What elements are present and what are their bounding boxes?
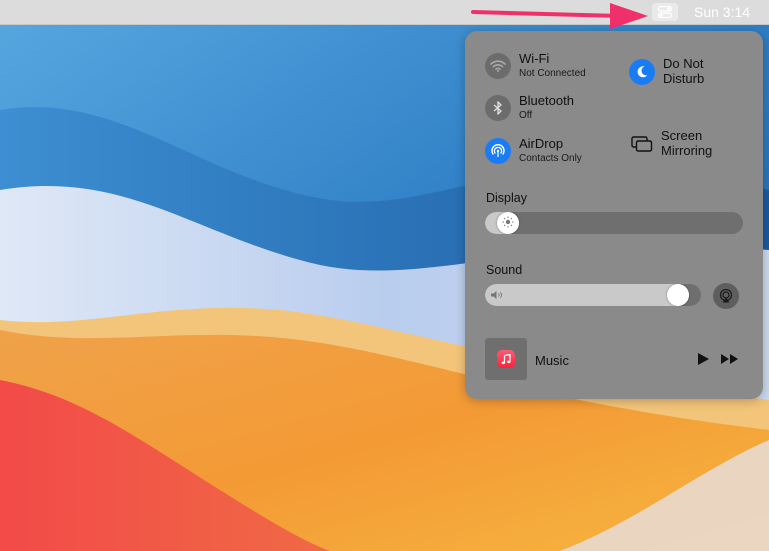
music-app-icon xyxy=(497,350,515,368)
screen-mirroring-label-line2: Mirroring xyxy=(661,143,713,159)
menu-bar-clock[interactable]: Sun 3:14 xyxy=(694,4,750,20)
wifi-status: Not Connected xyxy=(519,68,586,80)
sun-icon xyxy=(502,216,514,228)
display-label: Display xyxy=(486,191,527,205)
bluetooth-tile[interactable]: Bluetooth Off xyxy=(485,93,574,122)
annotation-arrow xyxy=(471,3,648,29)
bluetooth-status: Off xyxy=(519,110,533,122)
sound-volume-slider[interactable] xyxy=(485,284,701,306)
airplay-audio-icon xyxy=(719,289,733,303)
do-not-disturb-tile[interactable]: Do Not Disturb xyxy=(629,56,705,87)
airdrop-status: Contacts Only xyxy=(519,153,582,165)
airdrop-label: AirDrop xyxy=(519,136,564,151)
control-center-icon[interactable] xyxy=(652,3,678,21)
fast-forward-icon[interactable] xyxy=(720,353,740,365)
screen-mirroring-label-line1: Screen xyxy=(661,128,703,143)
sound-label: Sound xyxy=(486,263,523,277)
moon-icon[interactable] xyxy=(629,58,655,85)
screen-mirroring-tile[interactable]: Screen Mirroring xyxy=(629,128,713,159)
wifi-label: Wi-Fi xyxy=(519,51,550,66)
airplay-audio-button[interactable] xyxy=(713,283,739,309)
now-playing-title: Music xyxy=(535,353,569,368)
airdrop-icon[interactable] xyxy=(485,137,511,164)
do-not-disturb-label-line1: Do Not xyxy=(663,56,704,71)
wifi-icon[interactable] xyxy=(485,52,511,79)
do-not-disturb-label-line2: Disturb xyxy=(663,71,705,87)
menu-bar: Sun 3:14 xyxy=(0,0,769,25)
bluetooth-icon[interactable] xyxy=(485,94,511,121)
sound-slider-fill xyxy=(485,284,689,306)
screen-mirroring-icon[interactable] xyxy=(629,131,655,157)
airdrop-tile[interactable]: AirDrop Contacts Only xyxy=(485,136,582,165)
display-slider-knob[interactable] xyxy=(497,212,519,234)
sound-slider-knob[interactable] xyxy=(667,284,689,306)
play-icon[interactable] xyxy=(696,352,710,366)
display-brightness-slider[interactable] xyxy=(485,212,743,234)
wifi-tile[interactable]: Wi-Fi Not Connected xyxy=(485,51,586,80)
now-playing-artwork[interactable] xyxy=(485,338,527,380)
bluetooth-label: Bluetooth xyxy=(519,93,574,108)
speaker-icon xyxy=(491,291,502,299)
